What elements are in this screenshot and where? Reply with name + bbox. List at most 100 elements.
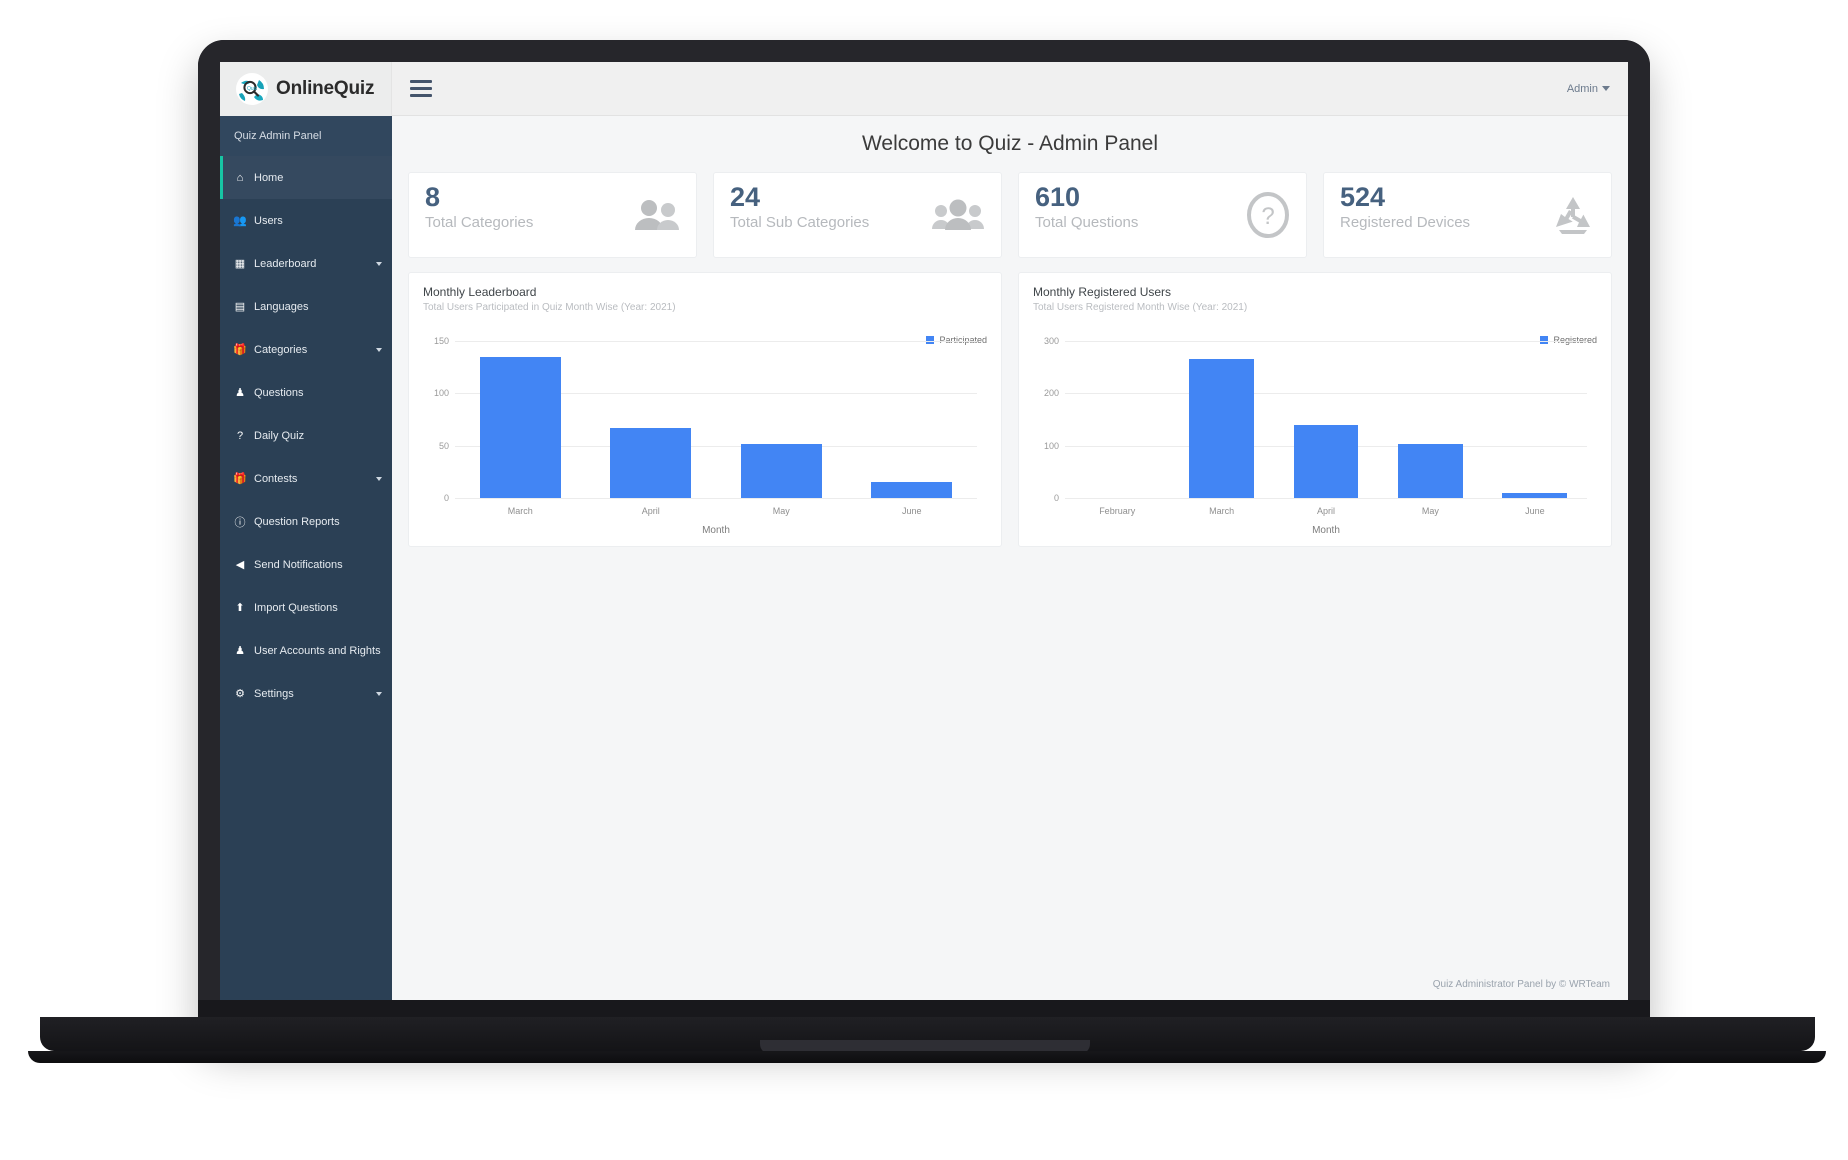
sidebar-item-contests[interactable]: 🎁 Contests xyxy=(220,457,392,500)
sidebar-item-label: Question Reports xyxy=(254,515,340,528)
sidebar-item-label: Home xyxy=(254,171,284,184)
chart-x-axis-title: Month xyxy=(702,525,730,536)
chart-gridline: 0 xyxy=(444,493,977,503)
gift-icon: 🎁 xyxy=(233,473,247,485)
chevron-down-icon xyxy=(376,261,382,266)
screenshot-stage: Quiz OnlineQuiz Admin Quiz Admin Panel ⌂… xyxy=(0,0,1848,1160)
chart-x-labels: March April May June xyxy=(455,506,977,516)
sidebar-heading: Quiz Admin Panel xyxy=(220,116,392,156)
chart-bar[interactable] xyxy=(871,482,953,498)
chevron-down-icon xyxy=(376,691,382,696)
sidebar-item-home[interactable]: ⌂ Home xyxy=(220,156,392,199)
sidebar-item-send-notifications[interactable]: ◀ Send Notifications xyxy=(220,543,392,586)
stat-cards-row: 8 Total Categories 24 Total Sub Categories 6… xyxy=(392,172,1628,258)
sidebar-item-leaderboard[interactable]: ▦ Leaderboard xyxy=(220,242,392,285)
chart-bar-slot xyxy=(1274,341,1378,498)
chart-x-tick: February xyxy=(1099,506,1136,516)
stat-card-total-sub-categories[interactable]: 24 Total Sub Categories xyxy=(713,172,1002,258)
chart-plot-area: 0 100 200 300 February March April May June Month xyxy=(1033,323,1597,538)
user-icon: ♟ xyxy=(235,645,245,657)
chart-bar-slot xyxy=(586,341,717,498)
megaphone-icon: ◀ xyxy=(235,559,245,571)
chart-card-monthly-registered-users: Monthly Registered Users Total Users Regi… xyxy=(1018,272,1612,547)
brand-area[interactable]: Quiz OnlineQuiz xyxy=(220,62,392,116)
gift-icon: 🎁 xyxy=(233,344,247,356)
group-people-icon xyxy=(931,199,985,231)
sidebar-item-label: Categories xyxy=(254,343,308,356)
chart-y-tick: 100 xyxy=(1043,440,1059,451)
svg-text:?: ? xyxy=(1261,203,1274,230)
chart-title: Monthly Registered Users xyxy=(1033,285,1172,299)
chart-gridline: 0 xyxy=(1054,493,1587,503)
chart-x-axis-title: Month xyxy=(1312,525,1340,536)
sidebar-item-label: Send Notifications xyxy=(254,558,343,571)
laptop-hinge xyxy=(198,1000,1650,1018)
chart-bar-slot xyxy=(1065,341,1169,498)
top-navbar: Quiz OnlineQuiz Admin xyxy=(220,62,1628,116)
sidebar-item-label: Questions xyxy=(254,386,304,399)
stat-card-total-questions[interactable]: 610 Total Questions? xyxy=(1018,172,1307,258)
language-icon: ▤ xyxy=(234,301,246,313)
account-menu[interactable]: Admin xyxy=(1567,83,1610,95)
hamburger-menu-icon[interactable] xyxy=(410,80,432,97)
charts-row: Monthly Leaderboard Total Users Participa… xyxy=(392,258,1628,547)
chart-x-labels: February March April May June xyxy=(1065,506,1587,516)
chart-bar-slot xyxy=(847,341,978,498)
question-circle-icon: ? xyxy=(1246,192,1290,238)
chart-bar[interactable] xyxy=(1502,492,1568,498)
chevron-down-icon xyxy=(376,347,382,352)
chart-plot-area: 0 50 100 150 March April May June Month xyxy=(423,323,987,538)
chart-y-tick: 300 xyxy=(1043,336,1059,346)
sidebar-item-question-reports[interactable]: ⓘ Question Reports xyxy=(220,500,392,543)
sidebar-item-user-accounts-and-rights[interactable]: ♟ User Accounts and Rights xyxy=(220,629,392,672)
account-label: Admin xyxy=(1566,82,1598,95)
chart-bar-slot xyxy=(1378,341,1482,498)
chart-bar-slot xyxy=(716,341,847,498)
sidebar-item-label: Users xyxy=(254,214,283,227)
chart-bar[interactable] xyxy=(479,356,561,498)
chart-bar-slot xyxy=(1483,341,1587,498)
chart-bar[interactable] xyxy=(1398,444,1463,498)
sidebar-item-categories[interactable]: 🎁 Categories xyxy=(220,328,392,371)
chart-x-tick: May xyxy=(1421,506,1439,516)
main-content: Welcome to Quiz - Admin Panel 8 Total Cat… xyxy=(392,116,1628,1000)
sidebar-item-languages[interactable]: ▤ Languages xyxy=(220,285,392,328)
stat-card-total-categories[interactable]: 8 Total Categories xyxy=(408,172,697,258)
sidebar-item-daily-quiz[interactable]: ? Daily Quiz xyxy=(220,414,392,457)
chart-y-tick: 0 xyxy=(1053,493,1059,503)
chart-subtitle: Total Users Registered Month Wise (Year:… xyxy=(1033,302,1248,313)
chart-bars xyxy=(1065,341,1587,498)
sidebar-item-questions[interactable]: ♟ Questions xyxy=(220,371,392,414)
page-title: Welcome to Quiz - Admin Panel xyxy=(392,116,1628,172)
chart-y-tick: 0 xyxy=(443,493,449,503)
sidebar-nav-list: ⌂ Home 👥 Users ▦ Leaderboard ▤ Languages 🎁 Catego… xyxy=(220,156,392,715)
sidebar-item-settings[interactable]: ⚙ Settings xyxy=(220,672,392,715)
chart-y-tick: 150 xyxy=(433,336,449,346)
chart-bar[interactable] xyxy=(610,427,692,498)
chart-plot: 0 100 200 300 xyxy=(1044,336,1587,503)
chart-bar-slot xyxy=(455,341,586,498)
chevron-down-icon xyxy=(376,476,382,481)
chart-y-tick: 100 xyxy=(433,388,449,399)
brand-name: OnlineQuiz xyxy=(276,77,375,99)
chart-x-tick: March xyxy=(1209,506,1235,516)
sidebar-item-label: User Accounts and Rights xyxy=(254,644,381,657)
home-icon: ⌂ xyxy=(236,171,244,184)
recycle-icon xyxy=(1551,194,1595,236)
screen-viewport: Quiz OnlineQuiz Admin Quiz Admin Panel ⌂… xyxy=(220,62,1628,1000)
sidebar-item-import-questions[interactable]: ⬆ Import Questions xyxy=(220,586,392,629)
sidebar-item-label: Leaderboard xyxy=(254,257,317,270)
chart-bar[interactable] xyxy=(1189,359,1254,498)
chart-x-tick: April xyxy=(641,506,660,516)
chart-plot: 0 50 100 150 xyxy=(434,336,978,503)
sidebar-item-users[interactable]: 👥 Users xyxy=(220,199,392,242)
chart-y-tick: 200 xyxy=(1043,388,1059,399)
gear-icon: ⚙ xyxy=(235,688,245,700)
sidebar-item-label: Settings xyxy=(254,687,294,700)
chart-bar[interactable] xyxy=(740,443,822,498)
chart-x-tick: June xyxy=(901,506,922,516)
clock-icon: ⓘ xyxy=(234,516,246,529)
stat-card-registered-devices[interactable]: 524 Registered Devices xyxy=(1323,172,1612,258)
chart-bar[interactable] xyxy=(1293,424,1359,498)
footer-note: Quiz Administrator Panel by © WRTeam xyxy=(1432,979,1610,990)
